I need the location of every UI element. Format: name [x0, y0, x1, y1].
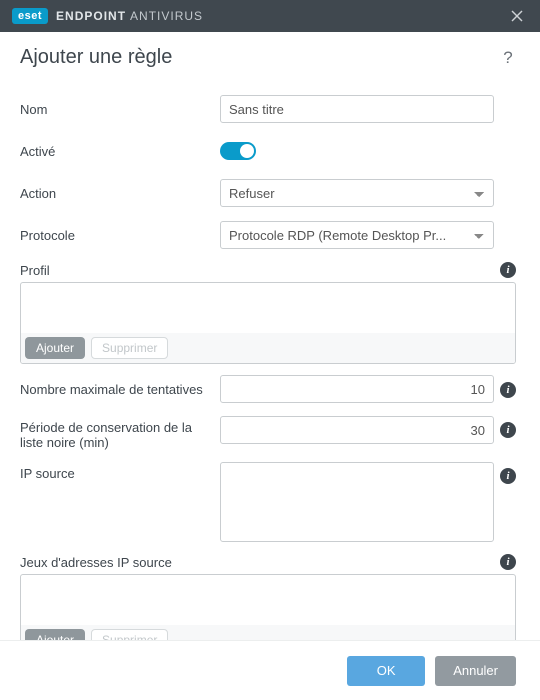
titlebar: eset ENDPOINT ANTIVIRUS — [0, 0, 540, 32]
row-action: Action Refuser — [20, 178, 516, 208]
label-enabled: Activé — [20, 144, 220, 159]
cancel-button[interactable]: Annuler — [435, 656, 516, 686]
source-ip-sets-area[interactable] — [21, 575, 515, 625]
row-enabled: Activé — [20, 136, 516, 166]
name-input[interactable] — [220, 95, 494, 123]
row-blacklist-retain: Période de conservation de la liste noir… — [20, 416, 516, 450]
close-button[interactable] — [502, 0, 532, 32]
profile-toolbar: Ajouter Supprimer — [21, 333, 515, 363]
info-icon[interactable]: i — [500, 262, 516, 278]
ok-button[interactable]: OK — [347, 656, 425, 686]
row-source-ip-sets-label: Jeux d'adresses IP source i — [20, 554, 516, 570]
row-max-attempts: Nombre maximale de tentatives i — [20, 374, 516, 404]
help-button[interactable]: ? — [498, 48, 518, 68]
ipsets-add-button[interactable]: Ajouter — [25, 629, 85, 640]
info-icon[interactable]: i — [500, 382, 516, 398]
info-icon[interactable]: i — [500, 422, 516, 438]
max-attempts-input[interactable] — [220, 375, 494, 403]
dialog-body: Ajouter une règle ? Nom Activé Action Re… — [0, 32, 540, 640]
profile-listbox: Ajouter Supprimer — [20, 282, 516, 364]
source-ip-textarea[interactable] — [220, 462, 494, 542]
info-icon[interactable]: i — [500, 468, 516, 484]
row-name: Nom — [20, 94, 516, 124]
profile-list-area[interactable] — [21, 283, 515, 333]
close-icon — [511, 10, 523, 22]
label-blacklist-retain: Période de conservation de la liste noir… — [20, 416, 220, 450]
profile-delete-button: Supprimer — [91, 337, 168, 359]
dialog-title: Ajouter une règle — [20, 46, 498, 69]
label-max-attempts: Nombre maximale de tentatives — [20, 382, 220, 397]
ipsets-delete-button: Supprimer — [91, 629, 168, 640]
info-icon[interactable]: i — [500, 554, 516, 570]
label-source-ip-sets: Jeux d'adresses IP source — [20, 555, 500, 570]
row-protocol: Protocole Protocole RDP (Remote Desktop … — [20, 220, 516, 250]
toggle-knob — [240, 144, 254, 158]
row-source-ip: IP source i — [20, 462, 516, 542]
dialog-heading-row: Ajouter une règle ? — [20, 46, 518, 69]
product-name-1: ENDPOINT — [56, 9, 126, 23]
label-profile: Profil — [20, 263, 500, 278]
blacklist-retain-input[interactable] — [220, 416, 494, 444]
enabled-toggle[interactable] — [220, 142, 256, 160]
form-scroll-area[interactable]: Nom Activé Action Refuser Protocole Prot… — [20, 94, 530, 640]
action-select[interactable]: Refuser — [220, 179, 494, 207]
label-name: Nom — [20, 102, 220, 117]
product-name-2: ANTIVIRUS — [130, 9, 203, 23]
source-ip-sets-listbox: Ajouter Supprimer — [20, 574, 516, 640]
brand-badge: eset — [12, 8, 48, 24]
source-ip-sets-toolbar: Ajouter Supprimer — [21, 625, 515, 640]
label-action: Action — [20, 186, 220, 201]
dialog-footer: OK Annuler — [0, 640, 540, 700]
protocol-select[interactable]: Protocole RDP (Remote Desktop Pr... — [220, 221, 494, 249]
row-profile-label: Profil i — [20, 262, 516, 278]
profile-add-button[interactable]: Ajouter — [25, 337, 85, 359]
label-protocol: Protocole — [20, 228, 220, 243]
label-source-ip: IP source — [20, 462, 220, 481]
